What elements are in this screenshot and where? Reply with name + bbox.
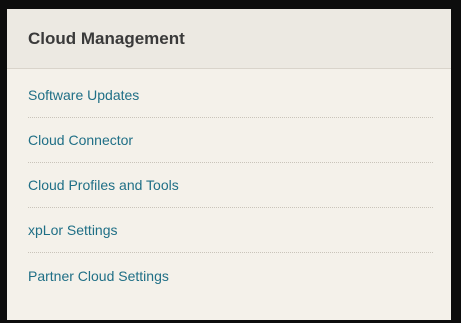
cloud-menu: Software Updates Cloud Connector Cloud P…: [7, 69, 451, 298]
menu-item-cloud-connector[interactable]: Cloud Connector: [28, 118, 433, 163]
panel-title: Cloud Management: [28, 28, 185, 48]
cloud-management-panel: Cloud Management Software Updates Cloud …: [7, 9, 451, 320]
cloud-connector-link[interactable]: Cloud Connector: [28, 132, 133, 148]
partner-cloud-settings-link[interactable]: Partner Cloud Settings: [28, 268, 169, 284]
window-frame: Cloud Management Software Updates Cloud …: [0, 0, 461, 323]
xplor-settings-link[interactable]: xpLor Settings: [28, 222, 118, 238]
cloud-profiles-and-tools-link[interactable]: Cloud Profiles and Tools: [28, 177, 179, 193]
menu-item-software-updates[interactable]: Software Updates: [28, 69, 433, 118]
menu-item-partner-cloud-settings[interactable]: Partner Cloud Settings: [28, 253, 433, 298]
panel-header: Cloud Management: [7, 9, 451, 69]
software-updates-link[interactable]: Software Updates: [28, 87, 139, 103]
menu-item-cloud-profiles-and-tools[interactable]: Cloud Profiles and Tools: [28, 163, 433, 208]
menu-item-xplor-settings[interactable]: xpLor Settings: [28, 208, 433, 253]
